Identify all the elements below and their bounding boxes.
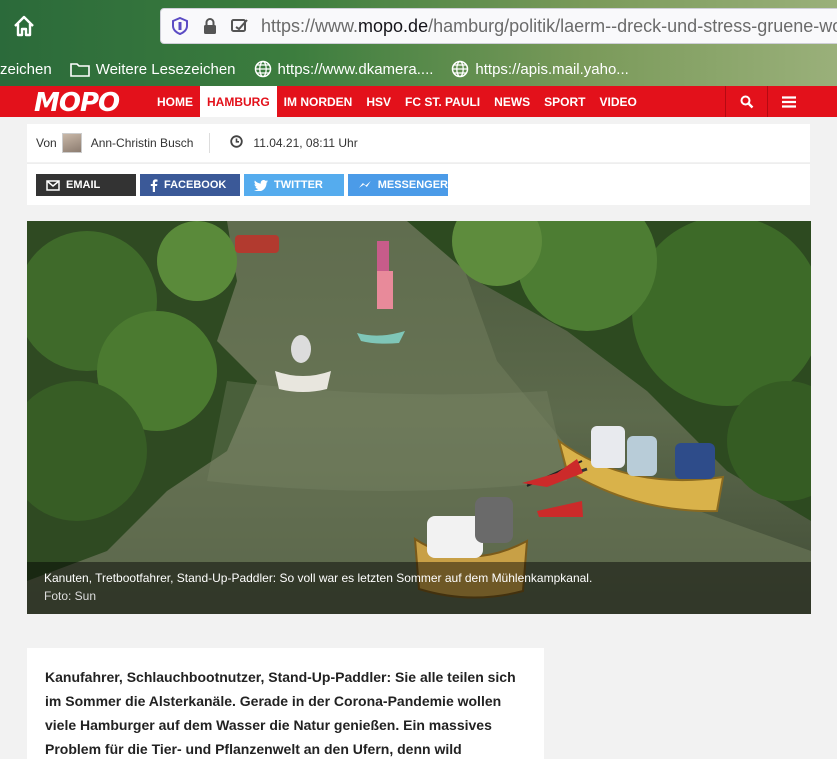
lock-icon[interactable] [199, 15, 221, 37]
article-body: Kanufahrer, Schlauchbootnutzer, Stand-Up… [27, 648, 544, 759]
publish-date: 11.04.21, 08:11 Uhr [253, 136, 358, 150]
bookmark-label: zeichen [0, 60, 52, 78]
article-meta: Von Ann-Christin Busch 11.04.21, 08:11 U… [27, 124, 810, 162]
share-bar: EMAIL FACEBOOK TWITTER MESSENGER [27, 163, 810, 205]
avatar[interactable] [61, 133, 82, 153]
author-prefix: Von [36, 136, 57, 150]
url-text[interactable]: https://www.mopo.de/hamburg/politik/laer… [261, 16, 837, 37]
share-messenger-button[interactable]: MESSENGER [348, 174, 448, 196]
bookmark-label: Weitere Lesezeichen [95, 60, 236, 78]
bookmark-label: https://www.dkamera.... [277, 60, 434, 78]
share-twitter-label: TWITTER [274, 179, 323, 191]
url-prefix: https://www. [261, 15, 359, 36]
nav-items: HOME HAMBURG IM NORDEN HSV FC ST. PAULI … [150, 86, 644, 117]
nav-item-im-norden[interactable]: IM NORDEN [277, 86, 360, 117]
share-email-label: EMAIL [66, 179, 101, 191]
permissions-icon[interactable] [229, 15, 251, 37]
browser-toolbar: https://www.mopo.de/hamburg/politik/laer… [0, 0, 837, 86]
site-navigation: MOPO HOME HAMBURG IM NORDEN HSV FC ST. P… [0, 86, 837, 118]
globe-icon [452, 60, 469, 78]
bookmark-item[interactable]: https://www.dkamera.... [254, 60, 434, 78]
facebook-icon [150, 178, 158, 192]
share-twitter-button[interactable]: TWITTER [244, 174, 344, 196]
author-name[interactable]: Ann-Christin Busch [91, 136, 194, 150]
home-icon[interactable] [10, 12, 38, 40]
article-lead: Kanufahrer, Schlauchbootnutzer, Stand-Up… [45, 669, 516, 757]
photo-caption: Kanuten, Tretbootfahrer, Stand-Up-Paddle… [27, 562, 811, 614]
bookmark-item[interactable]: zeichen [0, 61, 52, 78]
canal-photo-image [27, 221, 811, 614]
bookmark-folder-other[interactable]: Weitere Lesezeichen [69, 60, 236, 78]
nav-item-video[interactable]: VIDEO [593, 86, 644, 117]
bookmark-item[interactable]: https://apis.mail.yaho... [451, 60, 629, 78]
menu-icon[interactable] [767, 86, 809, 117]
article-photo[interactable]: Kanuten, Tretbootfahrer, Stand-Up-Paddle… [27, 221, 811, 614]
globe-icon [254, 60, 271, 78]
nav-item-news[interactable]: NEWS [487, 86, 537, 117]
photo-credit: Foto: Sun [44, 589, 97, 603]
search-icon[interactable] [725, 86, 767, 117]
mail-icon [46, 179, 60, 191]
address-bar[interactable]: https://www.mopo.de/hamburg/politik/laer… [160, 8, 837, 44]
bookmark-label: https://apis.mail.yaho... [475, 60, 629, 78]
divider [209, 133, 211, 153]
folder-icon [69, 63, 90, 77]
nav-item-hamburg[interactable]: HAMBURG [200, 86, 277, 117]
tracking-shield-icon[interactable] [169, 15, 191, 37]
mopo-logo[interactable]: MOPO [34, 88, 120, 118]
url-path: /hamburg/politik/laerm--dreck-und-stress… [428, 15, 837, 36]
messenger-icon [358, 181, 371, 188]
caption-text: Kanuten, Tretbootfahrer, Stand-Up-Paddle… [44, 571, 593, 585]
nav-item-home[interactable]: HOME [150, 86, 200, 117]
share-messenger-label: MESSENGER [377, 179, 448, 191]
clock-icon [230, 135, 244, 151]
share-email-button[interactable]: EMAIL [36, 174, 136, 196]
url-domain: mopo.de [358, 15, 429, 36]
twitter-icon [254, 179, 268, 191]
share-facebook-label: FACEBOOK [164, 179, 227, 191]
share-facebook-button[interactable]: FACEBOOK [140, 174, 240, 196]
nav-item-fc-st-pauli[interactable]: FC ST. PAULI [398, 86, 487, 117]
bookmarks-bar: zeichen Weitere Lesezeichen https://www.… [0, 54, 647, 84]
nav-item-sport[interactable]: SPORT [537, 86, 592, 117]
nav-item-hsv[interactable]: HSV [359, 86, 398, 117]
